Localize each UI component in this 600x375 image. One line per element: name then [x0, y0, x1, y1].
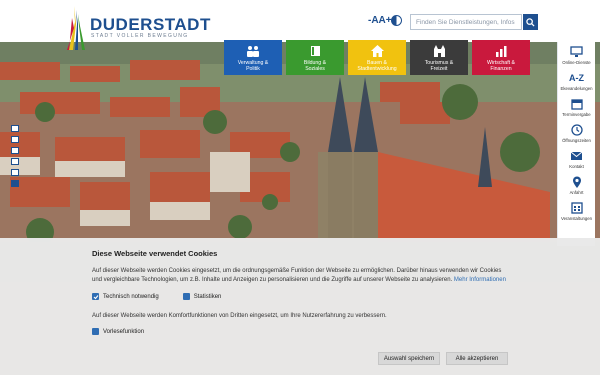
checkbox-icon [92, 328, 99, 335]
sidebar-item-anfahrt[interactable]: Anfahrt [558, 172, 595, 198]
search-button[interactable] [523, 14, 538, 30]
sidebar-item-veranstaltungen[interactable]: Veranstaltungen [558, 198, 595, 224]
sidebar-item-label: Veranstaltungen [560, 215, 593, 221]
nav-tile-label: Bauen & Stadtentwicklung [357, 60, 397, 72]
slider-dot[interactable] [11, 136, 19, 143]
chart-icon [494, 44, 508, 57]
more-info-link[interactable]: Mehr Informationen [454, 277, 506, 283]
nav-tile-tourismus[interactable]: Tourismus & Freizeit [410, 40, 468, 75]
quick-links-sidebar: Online-Dienste A-Z Ekevandelungen Termin… [557, 42, 595, 246]
checkbox-label: Statistiken [193, 293, 222, 300]
people-icon [246, 44, 260, 57]
checkbox-statistics[interactable]: Statistiken [182, 293, 222, 300]
nav-tile-label: Bildung & Soziales [303, 60, 327, 72]
cookie-banner: Diese Webseite verwendet Cookies Auf die… [0, 238, 600, 375]
events-icon [570, 202, 583, 215]
sidebar-item-a-z[interactable]: A-Z Ekevandelungen [558, 68, 595, 94]
slider-dots [11, 125, 19, 187]
mail-icon [570, 150, 583, 163]
checkbox-checked-icon [92, 293, 99, 300]
sidebar-item-kontakt[interactable]: Kontakt [558, 146, 595, 172]
nav-tile-label: Tourismus & Freizeit [424, 60, 454, 72]
main-navigation: Verwaltung & Politik Bildung & Soziales … [224, 40, 530, 75]
site-header: DUDERSTADT STADT VOLLER BEWEGUNG -AA+ [0, 0, 600, 50]
nav-tile-bauen[interactable]: Bauen & Stadtentwicklung [348, 40, 406, 75]
sidebar-item-label: Kontakt [569, 163, 584, 169]
accept-all-button[interactable]: Alle akzeptieren [446, 352, 508, 365]
slider-dot[interactable] [11, 125, 19, 132]
slider-dot[interactable] [11, 158, 19, 165]
location-icon [572, 176, 582, 189]
book-icon [308, 44, 322, 57]
logo-subtitle: STADT VOLLER BEWEGUNG [91, 33, 189, 39]
sidebar-item-oeffnungszeiten[interactable]: Öffnungszeiten [558, 120, 595, 146]
search-icon [526, 17, 535, 27]
contrast-icon[interactable] [391, 15, 402, 26]
sidebar-item-label: Anfahrt [569, 189, 584, 195]
font-size-toggle[interactable]: -AA+ [368, 14, 392, 28]
checkbox-label: Technisch notwendig [103, 293, 159, 300]
calendar-icon [570, 98, 583, 111]
a-z-icon: A-Z [569, 73, 584, 83]
logo-emblem-icon [67, 6, 85, 50]
checkbox-icon [182, 293, 190, 300]
slider-dot[interactable] [11, 169, 19, 176]
comfort-text: Auf dieser Webseite werden Komfortfunkti… [92, 313, 387, 319]
slider-dot[interactable] [11, 147, 19, 154]
monitor-icon [570, 46, 583, 59]
sidebar-item-label: Öffnungszeiten [562, 137, 591, 143]
search-input[interactable] [410, 14, 522, 30]
sidebar-item-terminvergabe[interactable]: Terminvergabe [558, 94, 595, 120]
nav-tile-bildung[interactable]: Bildung & Soziales [286, 40, 344, 75]
cookie-title: Diese Webseite verwendet Cookies [92, 249, 218, 258]
house-icon [370, 44, 384, 57]
logo-title: DUDERSTADT [90, 15, 211, 34]
sidebar-item-label: Online-Dienste [562, 59, 591, 65]
comfort-checkboxes: Vorlesefunktion [92, 328, 508, 335]
checkbox-label: Vorlesefunktion [103, 328, 145, 335]
nav-tile-verwaltung[interactable]: Verwaltung & Politik [224, 40, 282, 75]
checkbox-read-aloud[interactable]: Vorlesefunktion [92, 328, 144, 335]
slider-dot-active[interactable] [11, 180, 19, 187]
sidebar-item-label: Terminvergabe [562, 111, 591, 117]
nav-tile-label: Verwaltung & Politik [237, 60, 269, 72]
cookie-text-body: Auf dieser Webseite werden Cookies einge… [92, 268, 502, 283]
cookie-text: Auf dieser Webseite werden Cookies einge… [92, 267, 512, 285]
save-selection-button[interactable]: Auswahl speichern [378, 352, 440, 365]
castle-icon [432, 44, 446, 57]
clock-icon [570, 124, 583, 137]
sidebar-item-online-dienste[interactable]: Online-Dienste [558, 42, 595, 68]
cookie-checkboxes: Technisch notwendig Statistiken [92, 293, 508, 300]
nav-tile-wirtschaft[interactable]: Wirtschaft & Finanzen [472, 40, 530, 75]
nav-tile-label: Wirtschaft & Finanzen [487, 60, 515, 72]
sidebar-item-label: Ekevandelungen [560, 85, 593, 91]
checkbox-technical[interactable]: Technisch notwendig [92, 293, 159, 300]
